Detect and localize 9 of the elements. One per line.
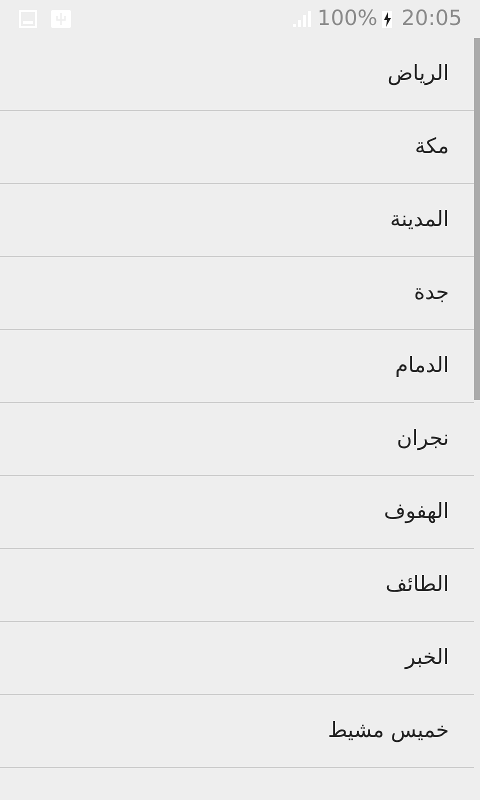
clock-time: 20:05 xyxy=(401,5,462,32)
city-list-item[interactable]: نجران xyxy=(0,403,474,476)
city-list-item[interactable]: خميس مشيط xyxy=(0,695,474,768)
city-list-item[interactable]: الخبر xyxy=(0,622,474,695)
battery-percentage: 100% xyxy=(317,5,378,32)
city-list-item[interactable]: الطائف xyxy=(0,549,474,622)
city-list-item[interactable]: الهفوف xyxy=(0,476,474,549)
scrollbar[interactable] xyxy=(474,38,480,400)
charging-battery-icon xyxy=(381,9,394,29)
